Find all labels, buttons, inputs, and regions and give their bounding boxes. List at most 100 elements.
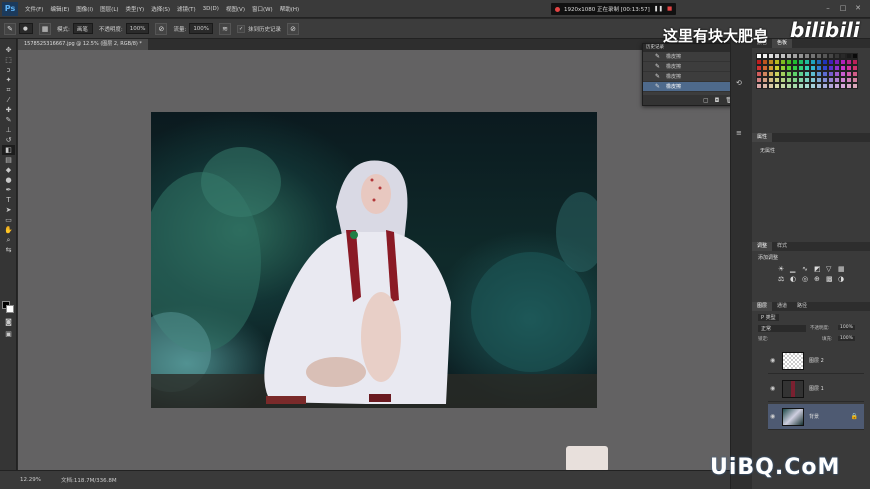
path-select-tool-icon[interactable]: ➤ — [2, 205, 15, 215]
pressure-opacity-icon[interactable]: ⊘ — [155, 22, 168, 35]
type-tool-icon[interactable]: T — [2, 195, 15, 205]
invert-icon[interactable]: ◑ — [838, 275, 848, 283]
pen-tool-icon[interactable]: ✒ — [2, 185, 15, 195]
pause-icon[interactable]: ❚❚ — [654, 6, 663, 12]
flow-input[interactable]: 100% — [189, 23, 214, 34]
layer-name[interactable]: 图层 2 — [809, 357, 824, 364]
channel-mixer-icon[interactable]: ⊕ — [814, 275, 824, 283]
layers-tabs: 图层 通道 路径 — [752, 302, 870, 311]
layer-opacity-input[interactable]: 100% — [838, 325, 855, 330]
mascot-sticker — [566, 446, 608, 472]
layer-row[interactable]: ◉ 图层 1 — [768, 376, 864, 402]
levels-icon[interactable]: ▁ — [790, 265, 800, 273]
hand-tool-icon[interactable]: ✋ — [2, 225, 15, 235]
layer-row[interactable]: ◉ 图层 2 — [768, 348, 864, 374]
brush-preset-picker[interactable]: ● — [19, 23, 33, 34]
vibrance-icon[interactable]: ▽ — [826, 265, 836, 273]
menu-type[interactable]: 类型(Y) — [126, 5, 145, 13]
tab-paths[interactable]: 路径 — [792, 302, 812, 311]
screen-mode-icon[interactable]: ▣ — [2, 329, 15, 339]
layer-row-selected[interactable]: ◉ 背景 🔒 — [768, 404, 864, 430]
default-colors-icon[interactable]: ⇆ — [2, 245, 15, 255]
flow-label: 流量: — [173, 26, 187, 33]
blend-mode-select[interactable]: 正常 — [758, 325, 806, 332]
menu-edit[interactable]: 编辑(E) — [50, 5, 69, 13]
recording-indicator: 1920x1080 正在录制 [00:13:57] ❚❚ ■ — [551, 3, 677, 15]
swatch-grid[interactable] — [756, 53, 862, 89]
dodge-tool-icon[interactable]: ● — [2, 175, 15, 185]
layer-thumbnail — [782, 351, 804, 370]
layer-name[interactable]: 背景 — [809, 413, 819, 420]
brush-tool-icon[interactable]: ✎ — [2, 115, 15, 125]
eraser-tool-icon-active[interactable]: ◧ — [2, 145, 15, 155]
color-swatch[interactable] — [852, 83, 858, 89]
quick-select-tool-icon[interactable]: ✦ — [2, 75, 15, 85]
healing-tool-icon[interactable]: ✚ — [2, 105, 15, 115]
minimize-icon[interactable]: – — [823, 4, 833, 13]
eyedropper-tool-icon[interactable]: ⁄ — [2, 95, 15, 105]
eraser-tool-icon[interactable]: ✎ — [4, 22, 16, 35]
stamp-tool-icon[interactable]: ⊥ — [2, 125, 15, 135]
blur-tool-icon[interactable]: ◆ — [2, 165, 15, 175]
bw-icon[interactable]: ◐ — [790, 275, 800, 283]
tab-adjustments[interactable]: 调整 — [752, 242, 773, 251]
snapshot-icon[interactable]: ◘ — [715, 97, 720, 104]
airbrush-icon[interactable]: ≋ — [219, 22, 232, 35]
close-icon[interactable]: ✕ — [853, 4, 863, 13]
menu-view[interactable]: 视图(V) — [226, 5, 245, 13]
mode-select[interactable]: 画笔 — [72, 23, 93, 34]
history-item[interactable]: ✎ 橡皮擦 — [643, 62, 737, 72]
history-item[interactable]: ✎ 橡皮擦 — [643, 72, 737, 82]
eraser-icon: ✎ — [655, 83, 661, 90]
tab-channels[interactable]: 通道 — [772, 302, 792, 311]
fill-input[interactable]: 100% — [838, 336, 855, 341]
menu-file[interactable]: 文件(F) — [25, 5, 43, 13]
visibility-eye-icon[interactable]: ◉ — [770, 413, 778, 421]
photo-filter-icon[interactable]: ◎ — [802, 275, 812, 283]
shape-tool-icon[interactable]: ▭ — [2, 215, 15, 225]
menu-layer[interactable]: 图层(L) — [100, 5, 118, 13]
brightness-icon[interactable]: ☀ — [778, 265, 788, 273]
properties-dock-icon[interactable]: ≡ — [736, 129, 748, 139]
crop-tool-icon[interactable]: ⌗ — [2, 85, 15, 95]
document-tab[interactable]: 1578525316667.jpg @ 12.5% (图层 2, RGB/8) … — [18, 39, 148, 50]
lasso-tool-icon[interactable]: ↄ — [2, 65, 15, 75]
marquee-tool-icon[interactable]: ⬚ — [2, 55, 15, 65]
curves-icon[interactable]: ∿ — [802, 265, 812, 273]
menu-window[interactable]: 窗口(W) — [252, 5, 273, 13]
maximize-icon[interactable]: □ — [838, 4, 848, 13]
menu-filter[interactable]: 滤镜(T) — [177, 5, 196, 13]
erase-history-checkbox[interactable]: ✓ — [237, 24, 246, 33]
stop-icon[interactable]: ■ — [667, 6, 672, 12]
layer-kind-filter[interactable]: P 类型 — [758, 314, 779, 321]
menu-help[interactable]: 帮助(H) — [280, 5, 299, 13]
background-color-swatch[interactable] — [6, 305, 14, 313]
tab-layers[interactable]: 图层 — [752, 302, 773, 311]
quick-mask-icon[interactable]: ◙ — [2, 317, 15, 327]
visibility-eye-icon[interactable]: ◉ — [770, 385, 778, 393]
menu-3d[interactable]: 3D(D) — [203, 6, 219, 12]
gradient-tool-icon[interactable]: ▤ — [2, 155, 15, 165]
hue-sat-icon[interactable]: ▦ — [838, 265, 848, 273]
menu-image[interactable]: 图像(I) — [76, 5, 93, 13]
tab-styles[interactable]: 样式 — [772, 242, 792, 251]
visibility-eye-icon[interactable]: ◉ — [770, 357, 778, 365]
menu-select[interactable]: 选择(S) — [151, 5, 170, 13]
history-item[interactable]: ✎ 橡皮擦 — [643, 52, 737, 62]
brush-panel-icon[interactable]: ▦ — [39, 22, 51, 35]
move-tool-icon[interactable]: ✥ — [2, 45, 15, 55]
color-lookup-icon[interactable]: ▩ — [826, 275, 836, 283]
history-item-selected[interactable]: ✎ 橡皮擦 — [643, 82, 737, 92]
tab-properties[interactable]: 属性 — [752, 133, 773, 142]
opacity-input[interactable]: 100% — [125, 23, 150, 34]
new-document-icon[interactable]: ▢ — [703, 97, 709, 104]
layer-name[interactable]: 图层 1 — [809, 385, 824, 392]
canvas-area[interactable] — [18, 50, 730, 472]
history-dock-icon[interactable]: ⟲ — [736, 79, 748, 89]
pressure-size-icon[interactable]: ⊘ — [287, 22, 300, 35]
exposure-icon[interactable]: ◩ — [814, 265, 824, 273]
zoom-level[interactable]: 12.29% — [20, 477, 41, 483]
history-brush-tool-icon[interactable]: ↺ — [2, 135, 15, 145]
zoom-tool-icon[interactable]: ⌕ — [2, 235, 15, 245]
color-balance-icon[interactable]: ⚖ — [778, 275, 788, 283]
